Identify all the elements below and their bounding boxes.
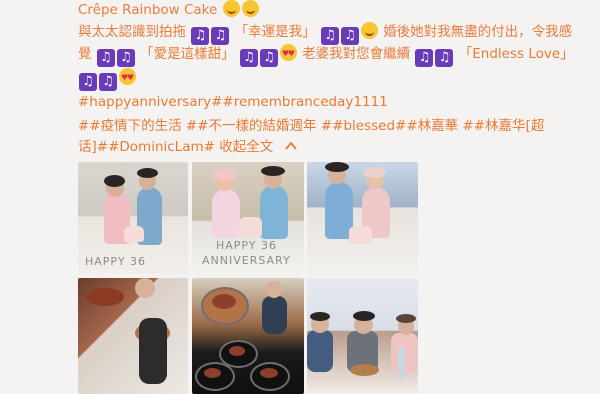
music-note-icon: ♫	[116, 49, 135, 67]
hashtag-line-1[interactable]: #happyanniversary##remembranceday1111	[78, 92, 388, 112]
photo-thumbnail[interactable]	[78, 278, 188, 394]
music-note-icon: ♫	[211, 27, 230, 45]
photo-grid: HAPPY 36 HAPPY 36 ANNIVERSARY	[78, 162, 418, 394]
music-note-icon: ♫	[320, 27, 339, 45]
music-note-icon: ♫	[340, 27, 359, 45]
music-note-icon: ♫	[259, 49, 278, 67]
cake-title: Crêpe Rainbow Cake	[78, 2, 218, 18]
hashtag-text-3[interactable]: 话]##DominicLam#	[78, 139, 215, 155]
caption-line-2: 與太太認識到拍拖 ♫ ♫ 「幸運是我」 ♫ ♫ 婚後她對我無盡的付出，令我感	[78, 22, 572, 45]
collapse-link[interactable]: 收起全文	[219, 139, 273, 155]
photo-caption: HAPPY 36	[85, 255, 147, 268]
hashtag-text-1[interactable]: #happyanniversary##remembranceday1111	[78, 94, 388, 110]
smile-emoji-icon	[222, 0, 240, 17]
music-note-icon: ♫	[191, 27, 210, 45]
chevron-up-icon-svg	[284, 141, 297, 150]
post-content: Crêpe Rainbow Cake 與太太認識到拍拖 ♫ ♫ 「幸運是我」 ♫ ♫…	[0, 0, 600, 394]
caption-text-3c: 老婆我對您會繼續	[302, 46, 411, 62]
photo-thumbnail[interactable]	[192, 278, 304, 394]
emoji-line: ♫ ♫	[78, 68, 137, 91]
photo-caption: ANNIVERSARY	[202, 254, 291, 267]
photo-thumbnail[interactable]: HAPPY 36	[78, 162, 188, 274]
heart-eyes-emoji-icon	[119, 68, 136, 88]
smile-emoji-icon	[360, 22, 378, 39]
caption-line-3: 覺 ♫♫ 「愛是這樣甜」 ♫♫ 老婆我對您會繼續 ♫♫ 「Endless Lov…	[78, 44, 574, 67]
music-note-icon: ♫	[435, 49, 454, 67]
music-note-icon: ♫	[79, 73, 97, 91]
music-note-icon: ♫	[239, 49, 258, 67]
hashtag-line-2[interactable]: ##疫情下的生活 ##不一樣的結婚週年 ##blessed##林嘉華 ##林嘉华…	[78, 116, 544, 136]
hashtag-line-3[interactable]: 话]##DominicLam# 收起全文	[78, 137, 297, 157]
song-title-3: 「Endless Love」	[458, 46, 574, 62]
photo-thumbnail[interactable]	[307, 278, 418, 394]
photo-thumbnail[interactable]	[307, 162, 418, 274]
song-title-1: 「幸運是我」	[234, 24, 316, 40]
hashtag-text-2[interactable]: ##疫情下的生活 ##不一樣的結婚週年 ##blessed##林嘉華 ##林嘉华…	[78, 118, 544, 134]
music-note-icon: ♫	[96, 49, 115, 67]
cake-title-line: Crêpe Rainbow Cake	[78, 0, 260, 20]
song-title-2: 「愛是這樣甜」	[140, 46, 235, 62]
chevron-up-icon[interactable]	[284, 137, 297, 157]
photo-thumbnail[interactable]: HAPPY 36 ANNIVERSARY	[192, 162, 304, 274]
heart-eyes-emoji-icon	[279, 44, 297, 64]
photo-caption: HAPPY 36	[216, 239, 278, 252]
caption-text-2a: 與太太認識到拍拖	[78, 24, 186, 40]
smile-emoji-icon	[241, 0, 259, 17]
music-note-icon: ♫	[99, 73, 117, 91]
music-note-icon: ♫	[415, 49, 434, 67]
caption-text-2c: 婚後她對我無盡的付出，令我感	[383, 24, 573, 40]
caption-text-3a: 覺	[78, 46, 92, 62]
